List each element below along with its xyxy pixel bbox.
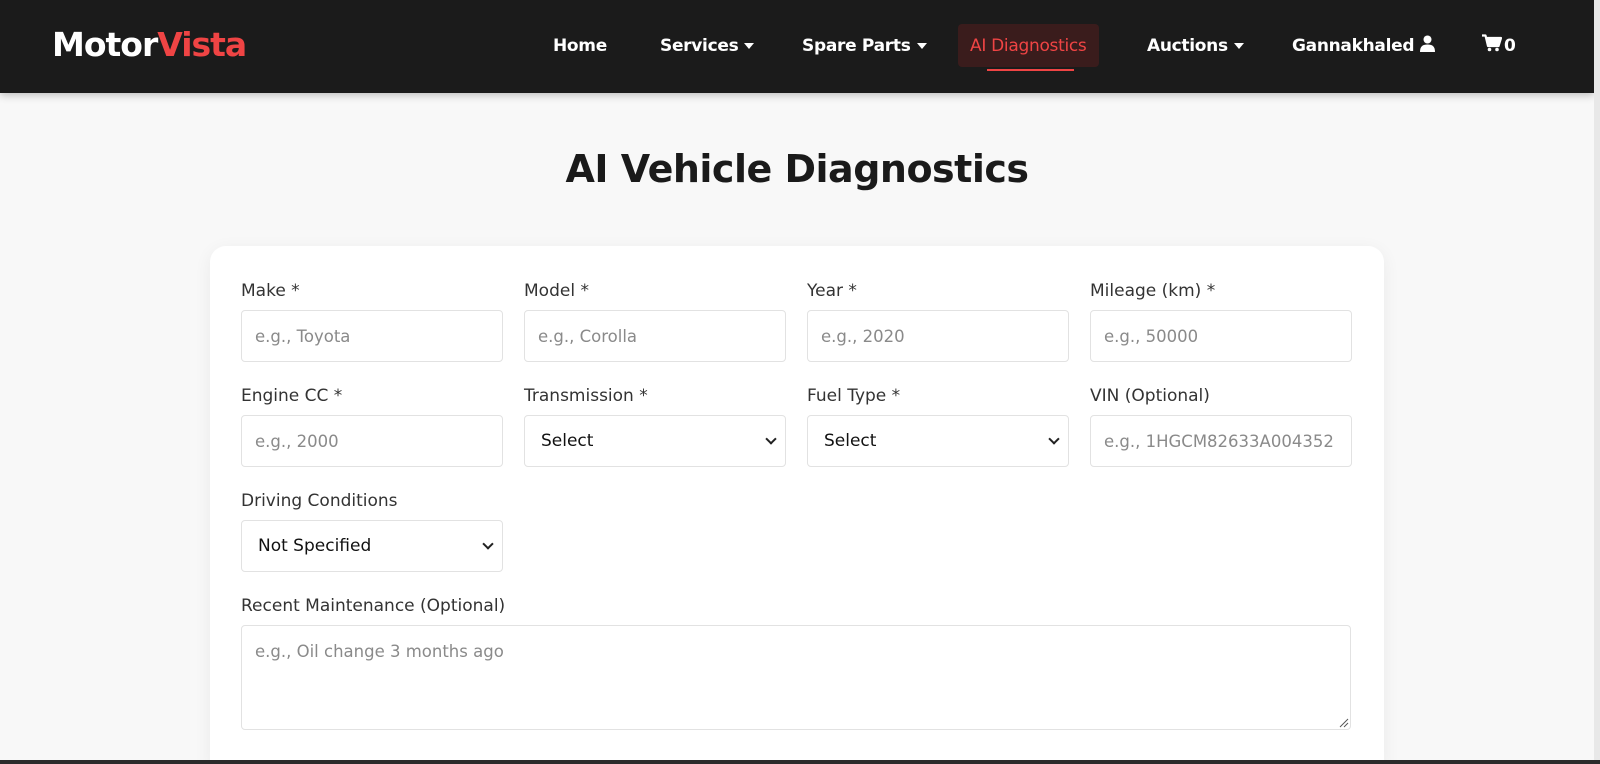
model-input[interactable]	[524, 310, 786, 362]
resize-grip-icon[interactable]	[1339, 718, 1349, 728]
nav-home-link[interactable]: Home	[553, 24, 607, 67]
make-input[interactable]	[241, 310, 503, 362]
fuel-type-selected-value: Select	[824, 431, 877, 451]
transmission-selected-value: Select	[541, 431, 594, 451]
cart-count: 0	[1504, 35, 1516, 56]
mileage-label: Mileage (km) *	[1090, 281, 1216, 301]
nav-ai-diagnostics-link[interactable]: AI Diagnostics	[958, 24, 1099, 67]
caret-down-icon	[744, 42, 755, 49]
recent-maintenance-label: Recent Maintenance (Optional)	[241, 596, 506, 616]
chevron-down-icon	[1048, 432, 1060, 445]
nav-services-label: Services	[660, 35, 739, 56]
page-scrollbar[interactable]	[1594, 0, 1600, 764]
caret-down-icon	[916, 42, 927, 49]
driving-conditions-selected-value: Not Specified	[258, 536, 372, 556]
transmission-select[interactable]: Select	[524, 415, 786, 467]
brand-logo[interactable]: MotorVista	[52, 25, 247, 65]
nav-username: Gannakhaled	[1292, 35, 1415, 56]
mileage-input[interactable]	[1090, 310, 1352, 362]
driving-conditions-select[interactable]: Not Specified	[241, 520, 503, 572]
vin-input[interactable]	[1090, 415, 1352, 467]
fuel-type-select[interactable]: Select	[807, 415, 1069, 467]
transmission-label: Transmission *	[524, 386, 648, 406]
nav-spare-parts-label: Spare Parts	[802, 35, 911, 56]
nav-user-account[interactable]: Gannakhaled	[1292, 24, 1436, 67]
brand-logo-part1: Motor	[52, 25, 158, 64]
nav-auctions-dropdown[interactable]: Auctions	[1147, 24, 1244, 67]
nav-ai-diagnostics-label: AI Diagnostics	[970, 35, 1087, 56]
year-input[interactable]	[807, 310, 1069, 362]
cart-icon	[1482, 34, 1503, 57]
engine-cc-input[interactable]	[241, 415, 503, 467]
year-label: Year *	[807, 281, 857, 301]
engine-cc-label: Engine CC *	[241, 386, 343, 406]
window-bottom-edge	[0, 760, 1600, 764]
caret-down-icon	[1233, 42, 1244, 49]
chevron-down-icon	[765, 432, 777, 445]
brand-logo-part2: Vista	[157, 25, 247, 64]
fuel-type-label: Fuel Type *	[807, 386, 901, 406]
driving-conditions-label: Driving Conditions	[241, 491, 398, 511]
nav-services-dropdown[interactable]: Services	[660, 24, 755, 67]
model-label: Model *	[524, 281, 589, 301]
make-label: Make *	[241, 281, 300, 301]
nav-auctions-label: Auctions	[1147, 35, 1228, 56]
nav-home-label: Home	[553, 35, 607, 56]
nav-spare-parts-dropdown[interactable]: Spare Parts	[802, 24, 927, 67]
top-navbar: MotorVista Home Services Spare Parts AI …	[0, 0, 1594, 93]
user-icon	[1420, 35, 1436, 57]
vin-label: VIN (Optional)	[1090, 386, 1210, 406]
nav-cart-button[interactable]: 0	[1482, 24, 1516, 67]
active-nav-indicator	[987, 69, 1074, 71]
recent-maintenance-textarea[interactable]	[241, 625, 1351, 730]
chevron-down-icon	[482, 537, 494, 550]
page-title: AI Vehicle Diagnostics	[565, 147, 1029, 191]
